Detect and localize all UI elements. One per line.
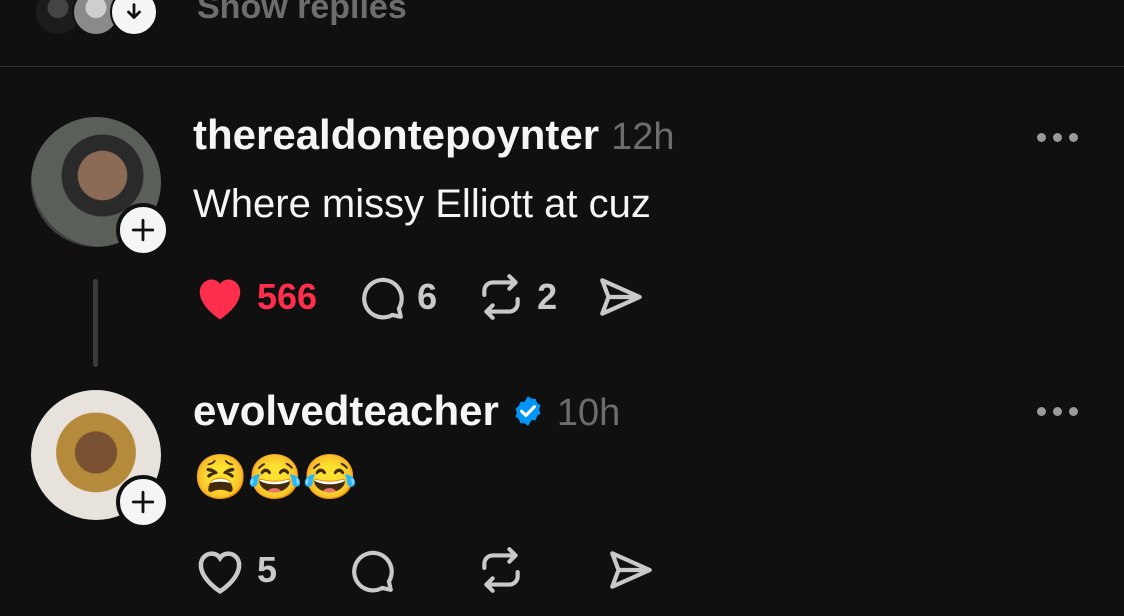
share-button[interactable]: [605, 545, 657, 595]
post-text: Where missy Elliott at cuz: [193, 182, 651, 226]
timestamp: 10h: [556, 392, 621, 434]
like-button[interactable]: 566: [193, 272, 317, 322]
username[interactable]: therealdontepoynter: [193, 111, 599, 159]
more-icon[interactable]: [1037, 133, 1078, 142]
comment-count: 6: [417, 276, 438, 317]
plus-icon: [131, 218, 155, 242]
heart-icon: [198, 551, 242, 595]
comment-icon: [352, 550, 394, 593]
post-header: evolvedteacher 10h: [193, 387, 620, 435]
post-text: 😫😂😂: [193, 453, 358, 502]
thread-post: therealdontepoynter 12h Where missy Elli…: [0, 67, 1124, 387]
like-button[interactable]: 5: [193, 545, 277, 595]
share-icon: [600, 278, 642, 316]
comment-button[interactable]: [345, 545, 407, 595]
comment-icon: [362, 277, 404, 320]
post-header: therealdontepoynter 12h: [193, 111, 674, 159]
repost-icon: [482, 274, 520, 320]
like-count: 5: [257, 549, 278, 590]
username[interactable]: evolvedteacher: [193, 387, 499, 435]
more-icon[interactable]: [1037, 407, 1078, 416]
thread-line: [93, 279, 98, 367]
like-count: 566: [257, 276, 318, 317]
timestamp: 12h: [611, 116, 675, 158]
repost-button[interactable]: 2: [475, 272, 557, 322]
share-icon: [610, 551, 652, 589]
show-replies-bar[interactable]: Show replies: [0, 0, 1124, 66]
follow-button[interactable]: [116, 203, 170, 257]
repost-count: 2: [537, 276, 558, 317]
comment-button[interactable]: 6: [355, 272, 437, 322]
thread-post: evolvedteacher 10h 😫😂😂 5: [0, 387, 1124, 616]
follow-button[interactable]: [116, 475, 170, 529]
verified-badge-icon: [511, 394, 545, 428]
action-bar: 5: [193, 545, 695, 595]
plus-icon: [131, 490, 155, 514]
arrow-down-icon[interactable]: [110, 0, 158, 36]
heart-icon: [199, 279, 241, 320]
repost-button[interactable]: [475, 545, 537, 595]
share-button[interactable]: [595, 272, 647, 322]
action-bar: 566 6 2: [193, 272, 685, 322]
repost-icon: [482, 547, 520, 593]
show-replies-link[interactable]: Show replies: [197, 0, 407, 27]
